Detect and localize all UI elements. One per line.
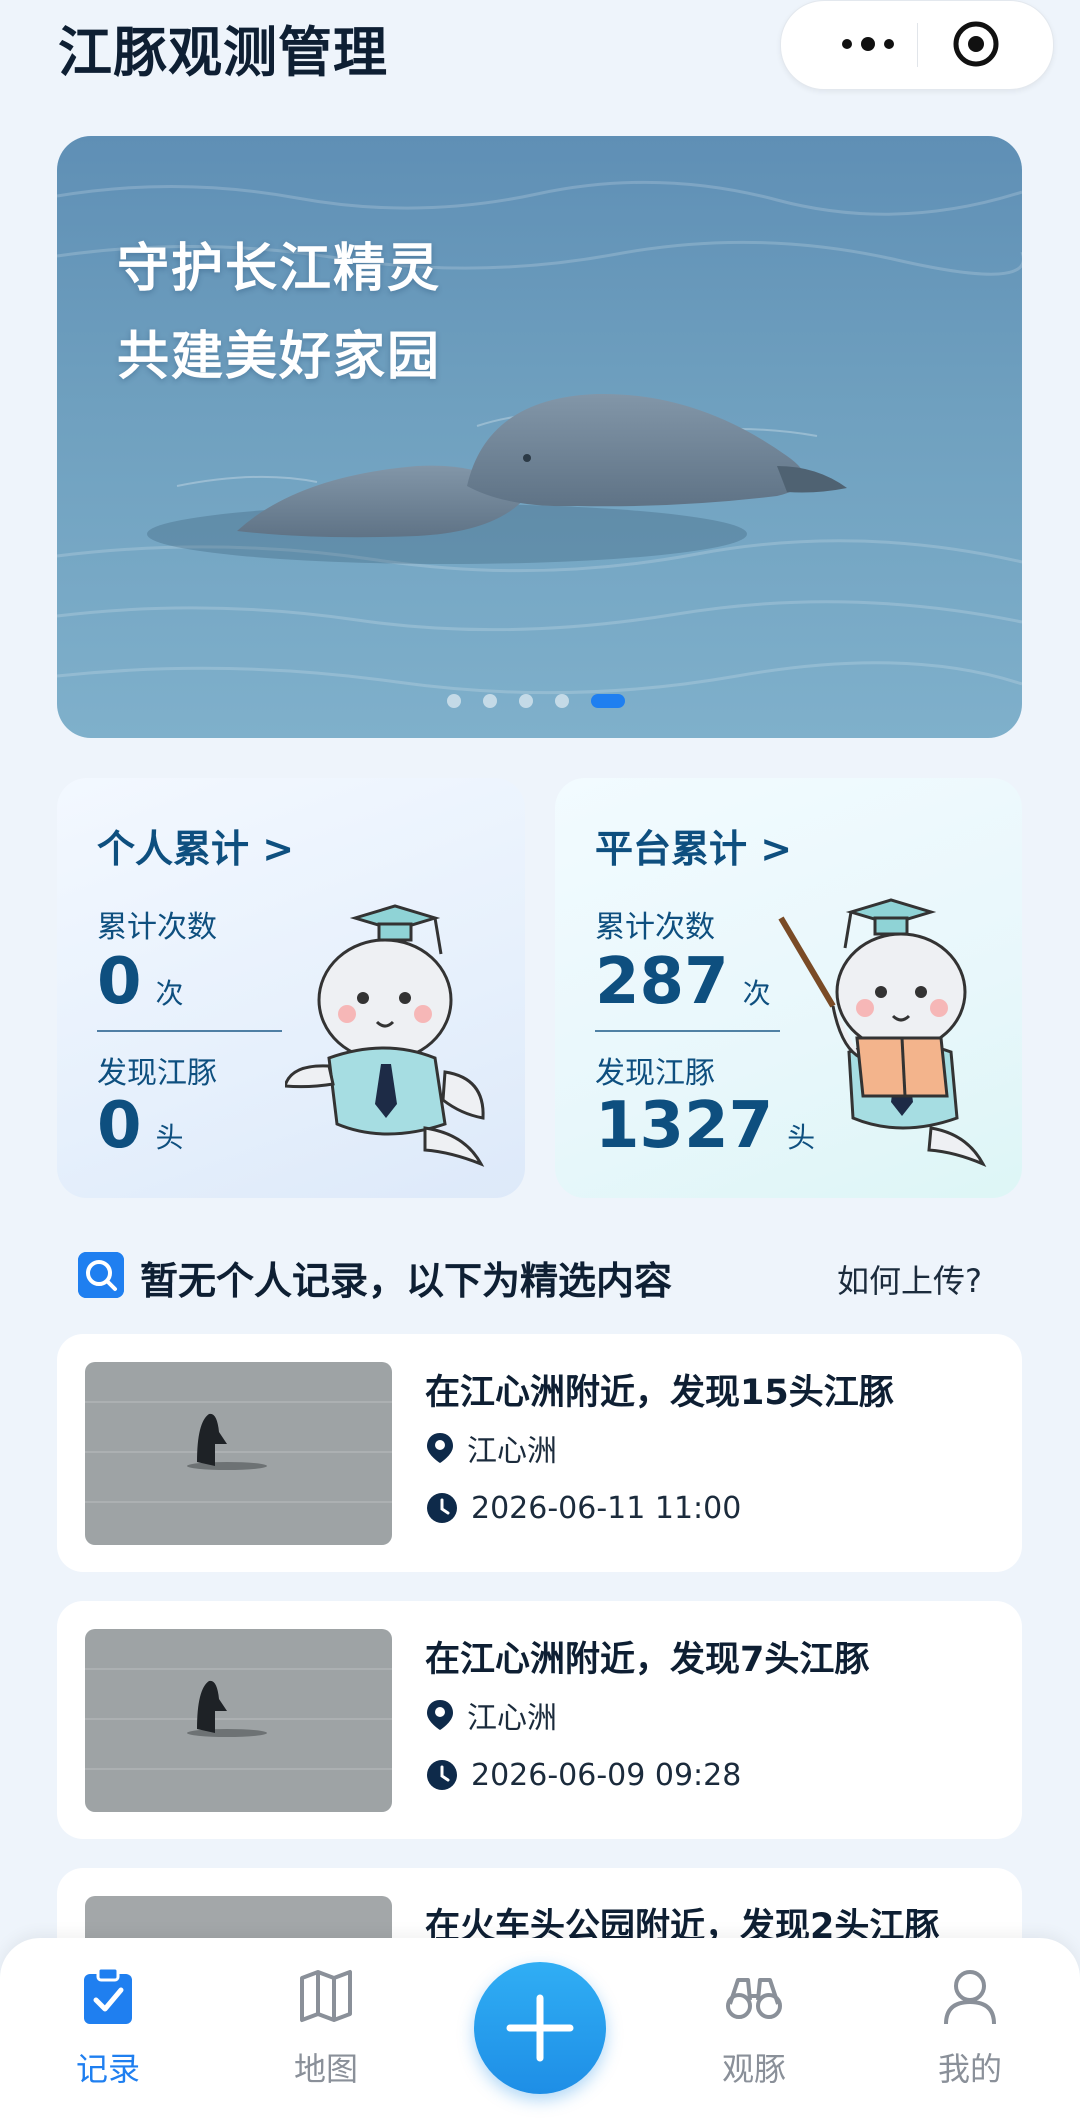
plus-icon <box>506 1994 574 2062</box>
record-location: 江心洲 <box>425 1428 557 1469</box>
more-dots-icon[interactable] <box>823 21 913 67</box>
personal-found-value: 0头 <box>97 1089 184 1163</box>
user-icon <box>944 1970 996 2025</box>
add-record-button[interactable] <box>474 1962 606 2094</box>
divider <box>97 1030 282 1032</box>
record-photo <box>85 1362 392 1545</box>
record-title: 在江心洲附近，发现7头江豚 <box>425 1640 870 1680</box>
platform-count-label: 累计次数 <box>595 910 715 945</box>
banner-subheadline: 共建美好家园 <box>117 327 442 387</box>
tab-label: 观豚 <box>721 2050 786 2088</box>
tab-mine[interactable]: 我的 <box>900 1966 1040 2090</box>
map-icon <box>300 1970 352 2022</box>
tab-records[interactable]: 记录 <box>38 1966 178 2090</box>
carousel-dot[interactable] <box>447 694 461 708</box>
personal-stats-card[interactable]: 个人累计 > 累计次数 0次 发现江豚 0头 <box>57 778 525 1198</box>
location-pin-icon <box>427 1700 453 1730</box>
how-to-upload-link[interactable]: 如何上传? <box>837 1256 982 1302</box>
divider <box>595 1030 780 1032</box>
personal-stats-title[interactable]: 个人累计 > <box>97 818 294 873</box>
record-location: 江心洲 <box>425 1695 557 1736</box>
hero-banner[interactable]: 守护长江精灵 共建美好家园 <box>57 136 1022 738</box>
tab-watch[interactable]: 观豚 <box>684 1966 824 2090</box>
binoculars-icon <box>726 1978 782 2019</box>
personal-count-value: 0次 <box>97 945 184 1019</box>
tab-map[interactable]: 地图 <box>256 1966 396 2090</box>
banner-headline: 守护长江精灵 <box>117 239 442 299</box>
carousel-dot[interactable] <box>519 694 533 708</box>
platform-stats-title[interactable]: 平台累计 > <box>595 818 792 873</box>
tab-label: 记录 <box>75 2050 140 2088</box>
search-icon <box>78 1252 124 1298</box>
carousel-dot[interactable] <box>555 694 569 708</box>
clock-icon <box>427 1760 457 1790</box>
record-title: 在江心洲附近，发现15头江豚 <box>425 1373 894 1413</box>
tab-label: 地图 <box>293 2050 358 2088</box>
clipboard-check-icon <box>84 1966 132 2024</box>
section-title: 暂无个人记录，以下为精选内容 <box>140 1259 673 1303</box>
mini-program-capsule <box>780 0 1054 90</box>
platform-found-label: 发现江豚 <box>595 1056 715 1091</box>
featured-section-header: 暂无个人记录，以下为精选内容 如何上传? <box>78 1246 998 1306</box>
record-time: 2026-06-09 09:28 <box>425 1755 741 1795</box>
platform-stats-card[interactable]: 平台累计 > 累计次数 287 次 发现江豚 1327 头 <box>555 778 1022 1198</box>
carousel-indicator <box>447 694 625 708</box>
location-pin-icon <box>427 1433 453 1463</box>
record-card[interactable]: 在江心洲附近，发现7头江豚 江心洲 2026-06-09 09:28 <box>57 1601 1022 1839</box>
header: 江豚观测管理 <box>0 0 1080 110</box>
clock-icon <box>427 1493 457 1523</box>
capsule-divider <box>917 23 918 67</box>
platform-count-value: 287 次 <box>595 945 771 1019</box>
record-time: 2026-06-11 11:00 <box>425 1488 741 1528</box>
dolphin-mascot-icon <box>285 904 485 1167</box>
record-card[interactable]: 在江心洲附近，发现15头江豚 江心洲 2026-06-11 11:00 <box>57 1334 1022 1572</box>
tab-label: 我的 <box>937 2050 1002 2088</box>
personal-count-label: 累计次数 <box>97 910 217 945</box>
teacher-dolphin-mascot-icon <box>778 898 987 1168</box>
target-icon[interactable] <box>951 19 1001 69</box>
carousel-dot-active[interactable] <box>591 694 625 708</box>
page-title: 江豚观测管理 <box>58 21 388 84</box>
personal-found-label: 发现江豚 <box>97 1056 217 1091</box>
carousel-dot[interactable] <box>483 694 497 708</box>
record-photo <box>85 1629 392 1812</box>
